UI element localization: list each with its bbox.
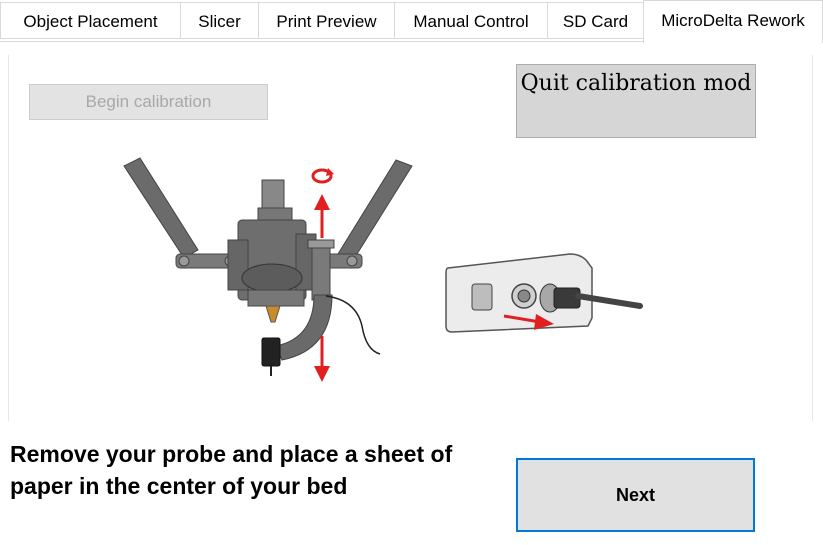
- tab-print-preview[interactable]: Print Preview: [258, 2, 395, 39]
- probe-tip: [261, 337, 281, 367]
- arrow-up-icon: [314, 194, 330, 238]
- tab-sd-card[interactable]: SD Card: [547, 2, 644, 39]
- next-button[interactable]: Next: [516, 458, 755, 532]
- tab-object-placement[interactable]: Object Placement: [0, 2, 181, 39]
- left-arm: [123, 157, 199, 259]
- tab-slicer[interactable]: Slicer: [180, 2, 259, 39]
- tab-strip: Object Placement Slicer Print Preview Ma…: [0, 0, 823, 43]
- panel-border-right: [812, 55, 813, 421]
- probe-wire: [325, 295, 381, 355]
- begin-calibration-button[interactable]: Begin calibration: [29, 84, 268, 120]
- instruction-text: Remove your probe and place a sheet of p…: [10, 441, 453, 499]
- nozzle: [265, 305, 281, 323]
- calibration-window: Object Placement Slicer Print Preview Ma…: [0, 0, 823, 545]
- right-arm: [337, 159, 413, 263]
- quit-calibration-button[interactable]: Quit calibration mod: [516, 64, 756, 138]
- rotate-arrow-icon: [311, 168, 334, 184]
- tab-manual-control[interactable]: Manual Control: [394, 2, 548, 39]
- probe-removal-illustration: [123, 157, 643, 382]
- panel-border-left: [8, 55, 9, 421]
- tab-microdelta-rework[interactable]: MicroDelta Rework: [643, 0, 823, 43]
